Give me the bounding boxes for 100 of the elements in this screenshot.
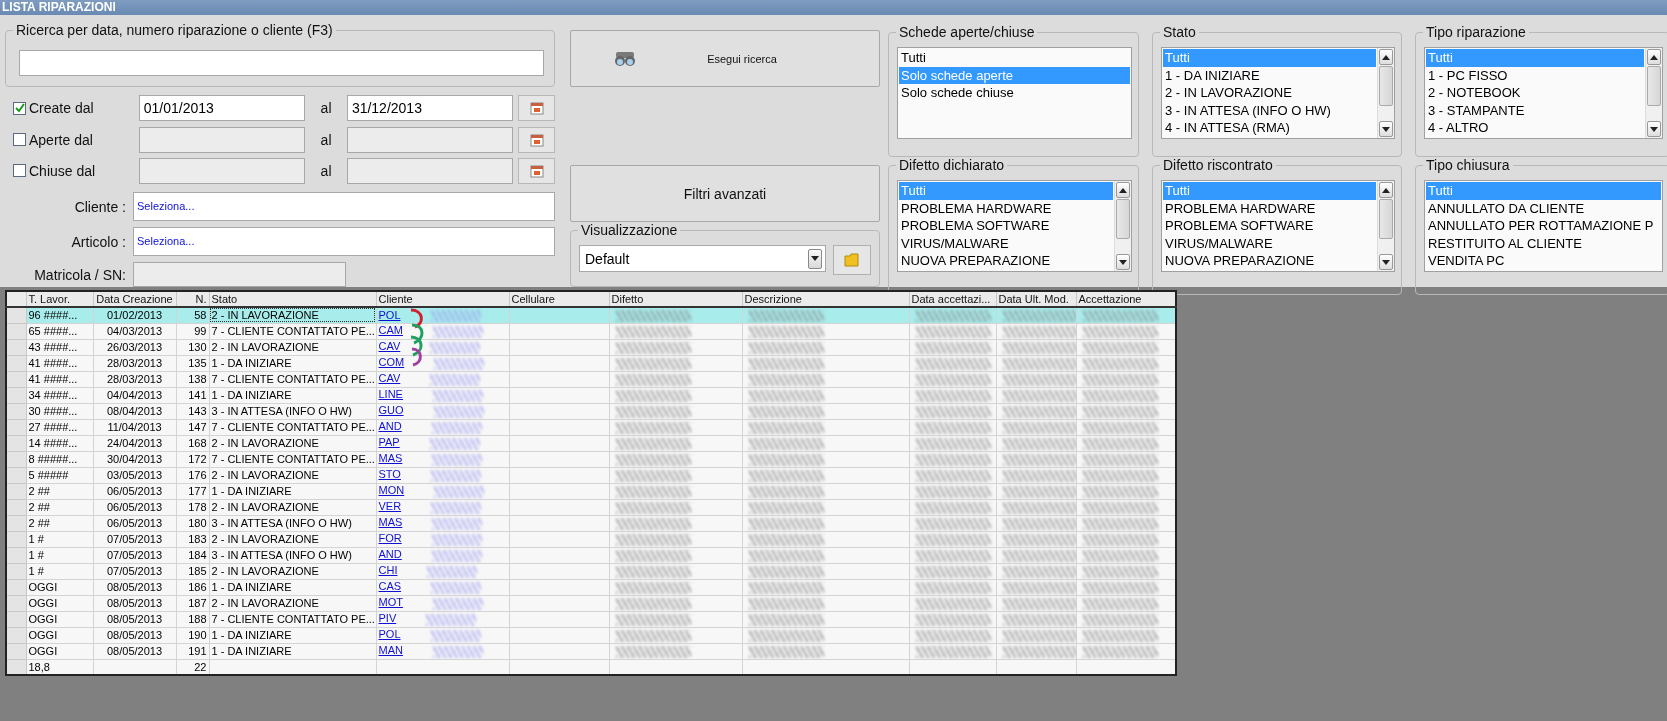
column-header[interactable]: Cliente xyxy=(376,291,509,307)
table-row[interactable]: 34 ####... 04/04/2013 141 1 - DA INIZIARE LINE xyxy=(6,387,1176,403)
table-row[interactable]: 41 ####... 28/03/2013 138 7 - CLIENTE CONTATTATO PE... CAV xyxy=(6,371,1176,387)
list-item[interactable]: RESTITUITO AL CLIENTE xyxy=(1426,234,1661,252)
table-row[interactable]: 2 ## 06/05/2013 180 3 - IN ATTESA (INFO O HW) MAS xyxy=(6,515,1176,531)
customer-link[interactable]: MAS xyxy=(378,452,403,465)
list-item[interactable]: VENDITA PC xyxy=(1426,252,1661,270)
select-field[interactable]: Seleziona... xyxy=(133,192,555,221)
customer-link[interactable]: CAM xyxy=(378,324,403,337)
advanced-filters-button[interactable]: Filtri avanzati xyxy=(570,165,880,222)
table-row[interactable]: 27 ####... 11/04/2013 147 7 - CLIENTE CONTATTATO PE... AND xyxy=(6,419,1176,435)
list-item[interactable]: 4 - IN ATTESA (RMA) xyxy=(1163,119,1376,137)
column-header[interactable]: Stato xyxy=(209,291,376,307)
column-header[interactable]: T. Lavor. xyxy=(26,291,93,307)
table-row[interactable]: OGGI 08/05/2013 187 2 - IN LAVORAZIONE MOT xyxy=(6,595,1176,611)
search-field[interactable] xyxy=(19,50,544,76)
date-field[interactable]: 31/12/2013 xyxy=(346,95,514,122)
calendar-button[interactable] xyxy=(518,95,555,122)
column-header[interactable]: Descrizione xyxy=(742,291,909,307)
customer-link[interactable]: MAN xyxy=(378,644,403,657)
list-item[interactable]: NUOVA PREPARAZIONE xyxy=(1163,252,1376,270)
table-row[interactable]: 8 #####... 30/04/2013 172 7 - CLIENTE CONTATTATO PE... MAS xyxy=(6,451,1176,467)
list-item[interactable]: 2 - IN LAVORAZIONE xyxy=(1163,84,1376,102)
list-item[interactable]: VIRUS/MALWARE xyxy=(899,234,1113,252)
customer-link[interactable]: FOR xyxy=(378,532,402,545)
customer-link[interactable]: CHI xyxy=(378,564,398,577)
column-header[interactable]: Data accettazi... xyxy=(909,291,996,307)
customer-link[interactable]: COM xyxy=(378,356,405,369)
customer-link[interactable]: STO xyxy=(378,468,401,481)
list-item[interactable]: PROBLEMA SOFTWARE xyxy=(899,217,1113,235)
table-row[interactable]: 2 ## 06/05/2013 178 2 - IN LAVORAZIONE VER xyxy=(6,499,1176,515)
customer-link[interactable]: POL xyxy=(378,308,401,321)
search-button[interactable]: Esegui ricerca xyxy=(570,30,880,87)
table-row[interactable]: 1 # 07/05/2013 183 2 - IN LAVORAZIONE FOR xyxy=(6,531,1176,547)
date-field[interactable] xyxy=(138,157,306,184)
list-item[interactable]: VIRUS/MALWARE xyxy=(1163,234,1376,252)
scrollbar[interactable] xyxy=(1377,48,1394,138)
table-row[interactable]: OGGI 08/05/2013 191 1 - DA INIZIARE MAN xyxy=(6,643,1176,659)
customer-link[interactable]: LINE xyxy=(378,388,403,401)
customer-link[interactable]: PAP xyxy=(378,436,400,449)
checkbox[interactable] xyxy=(13,133,26,147)
view-dropdown[interactable]: Default xyxy=(579,245,826,272)
scrollbar[interactable] xyxy=(1114,181,1131,271)
customer-link[interactable]: MOT xyxy=(378,596,403,609)
list-item[interactable]: 1 - DA INIZIARE xyxy=(1163,66,1376,84)
table-row[interactable]: 2 ## 06/05/2013 177 1 - DA INIZIARE MON xyxy=(6,483,1176,499)
list-item[interactable]: 2 - NOTEBOOK xyxy=(1426,84,1644,102)
list-item[interactable]: 4 - ALTRO xyxy=(1426,119,1644,137)
serial-field[interactable] xyxy=(133,262,346,287)
list-item[interactable]: 3 - IN ATTESA (INFO O HW) xyxy=(1163,101,1376,119)
calendar-button[interactable] xyxy=(518,157,555,184)
column-header[interactable]: N. xyxy=(176,291,209,307)
column-header[interactable]: Data Creazione xyxy=(93,291,176,307)
table-row[interactable]: OGGI 08/05/2013 186 1 - DA INIZIARE CAS xyxy=(6,579,1176,595)
date-field[interactable] xyxy=(346,126,514,153)
list-item[interactable]: ANNULLATO PER ROTTAMAZIONE P xyxy=(1426,217,1661,235)
table-row[interactable]: 30 ####... 08/04/2013 143 3 - IN ATTESA (INFO O HW) GUO xyxy=(6,403,1176,419)
date-field[interactable] xyxy=(346,157,514,184)
customer-link[interactable]: MON xyxy=(378,484,405,497)
list-item[interactable]: NUOVA PREPARAZIONE xyxy=(899,252,1113,270)
table-row[interactable]: OGGI 08/05/2013 190 1 - DA INIZIARE POL xyxy=(6,627,1176,643)
column-header[interactable]: Cellulare xyxy=(509,291,609,307)
customer-link[interactable]: VER xyxy=(378,500,402,513)
list-item[interactable]: ANNULLATO DA CLIENTE xyxy=(1426,199,1661,217)
table-row[interactable]: 41 ####... 28/03/2013 135 1 - DA INIZIARE COM xyxy=(6,355,1176,371)
customer-link[interactable]: AND xyxy=(378,420,402,433)
list-item[interactable]: 1 - PC FISSO xyxy=(1426,66,1644,84)
table-row[interactable]: 5 ##### 03/05/2013 176 2 - IN LAVORAZIONE STO xyxy=(6,467,1176,483)
customer-link[interactable]: AND xyxy=(378,548,402,561)
list-item[interactable]: 3 - STAMPANTE xyxy=(1426,101,1644,119)
table-row[interactable]: 1 # 07/05/2013 185 2 - IN LAVORAZIONE CHI xyxy=(6,563,1176,579)
list-item[interactable]: PROBLEMA SOFTWARE xyxy=(1163,217,1376,235)
customer-link[interactable]: CAV xyxy=(378,340,401,353)
customer-link[interactable]: GUO xyxy=(378,404,404,417)
table-row[interactable]: OGGI 08/05/2013 188 7 - CLIENTE CONTATTATO PE... PIV xyxy=(6,611,1176,627)
checkbox[interactable] xyxy=(13,164,26,178)
table-row[interactable]: 1 # 07/05/2013 184 3 - IN ATTESA (INFO O HW) AND xyxy=(6,547,1176,563)
table-row[interactable]: 14 ####... 24/04/2013 168 2 - IN LAVORAZIONE PAP xyxy=(6,435,1176,451)
column-header[interactable]: Accettazione xyxy=(1076,291,1176,307)
date-field[interactable]: 01/01/2013 xyxy=(138,95,306,122)
list-item[interactable]: Solo schede chiuse xyxy=(899,84,1130,102)
table-row[interactable]: 65 ####... 04/03/2013 99 7 - CLIENTE CONTATTATO PE... CAM xyxy=(6,323,1176,339)
table-row[interactable]: 43 ####... 26/03/2013 130 2 - IN LAVORAZIONE CAV xyxy=(6,339,1176,355)
calendar-button[interactable] xyxy=(518,126,555,153)
list-item[interactable]: PROBLEMA HARDWARE xyxy=(1163,199,1376,217)
table-row[interactable]: 96 ####... 01/02/2013 58 2 - IN LAVORAZIONE POL xyxy=(6,307,1176,323)
column-header[interactable]: Data Ult. Mod. xyxy=(996,291,1076,307)
customer-link[interactable]: MAS xyxy=(378,516,403,529)
checkbox[interactable] xyxy=(13,101,26,115)
list-item[interactable]: PROBLEMA HARDWARE xyxy=(899,199,1113,217)
customer-link[interactable]: CAV xyxy=(378,372,401,385)
scrollbar[interactable] xyxy=(1377,181,1394,271)
list-item[interactable]: Tutti xyxy=(899,49,1130,67)
customer-link[interactable]: POL xyxy=(378,628,401,641)
select-field[interactable]: Seleziona... xyxy=(133,227,555,256)
scrollbar[interactable] xyxy=(1645,48,1662,138)
date-field[interactable] xyxy=(138,126,306,153)
column-header[interactable]: Difetto xyxy=(609,291,742,307)
customer-link[interactable]: PIV xyxy=(378,612,397,625)
customer-link[interactable]: CAS xyxy=(378,580,402,593)
